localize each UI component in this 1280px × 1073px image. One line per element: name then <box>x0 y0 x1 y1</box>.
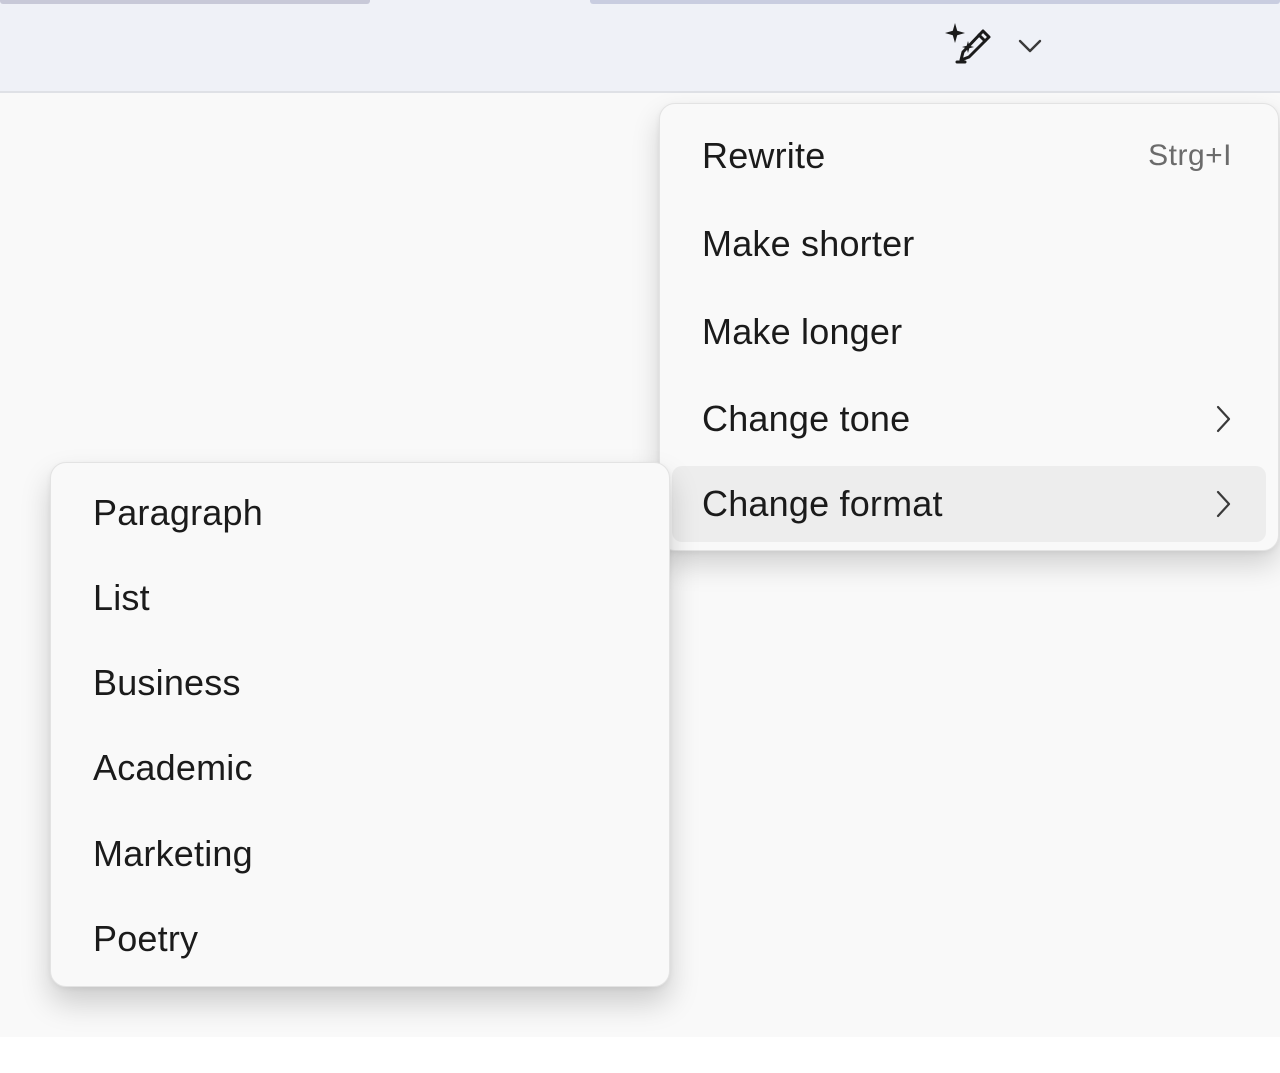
menu-item-label: Change tone <box>702 398 911 439</box>
submenu-item-label: List <box>93 577 150 618</box>
chevron-right-icon <box>1214 404 1232 434</box>
menu-item-change-tone[interactable]: Change tone <box>672 381 1266 457</box>
copilot-rewrite-button[interactable] <box>938 16 998 72</box>
menu-item-label: Rewrite <box>702 135 826 176</box>
submenu-item-label: Poetry <box>93 918 199 959</box>
submenu-item-label: Business <box>93 662 241 703</box>
submenu-item-label: Marketing <box>93 833 253 874</box>
menu-item-rewrite[interactable]: Rewrite Strg+I <box>672 118 1266 194</box>
tab-indicator <box>590 0 1280 4</box>
submenu-item-label: Paragraph <box>93 492 263 533</box>
submenu-item-poetry[interactable]: Poetry <box>63 901 657 977</box>
rewrite-menu: Rewrite Strg+I Make shorter Make longer … <box>659 103 1279 551</box>
page-background <box>0 1037 1280 1073</box>
sparkle-pen-icon <box>945 23 991 64</box>
chevron-right-icon <box>1214 489 1232 519</box>
chevron-down-icon <box>1018 39 1042 53</box>
submenu-item-paragraph[interactable]: Paragraph <box>63 475 657 551</box>
menu-item-make-longer[interactable]: Make longer <box>672 294 1266 370</box>
submenu-item-academic[interactable]: Academic <box>63 730 657 806</box>
menu-item-label: Make longer <box>702 311 903 352</box>
submenu-item-label: Academic <box>93 747 253 788</box>
copilot-dropdown-button[interactable] <box>1010 26 1050 66</box>
submenu-item-marketing[interactable]: Marketing <box>63 816 657 892</box>
change-format-submenu: Paragraph List Business Academic Marketi… <box>50 462 670 987</box>
submenu-item-business[interactable]: Business <box>63 645 657 721</box>
menu-item-change-format[interactable]: Change format <box>672 466 1266 542</box>
shortcut-hint: Strg+I <box>1148 139 1232 172</box>
menu-item-label: Make shorter <box>702 223 915 264</box>
tab-indicator <box>0 0 370 4</box>
toolbar <box>0 0 1280 93</box>
menu-item-make-shorter[interactable]: Make shorter <box>672 206 1266 282</box>
submenu-item-list[interactable]: List <box>63 560 657 636</box>
menu-item-label: Change format <box>702 483 943 524</box>
